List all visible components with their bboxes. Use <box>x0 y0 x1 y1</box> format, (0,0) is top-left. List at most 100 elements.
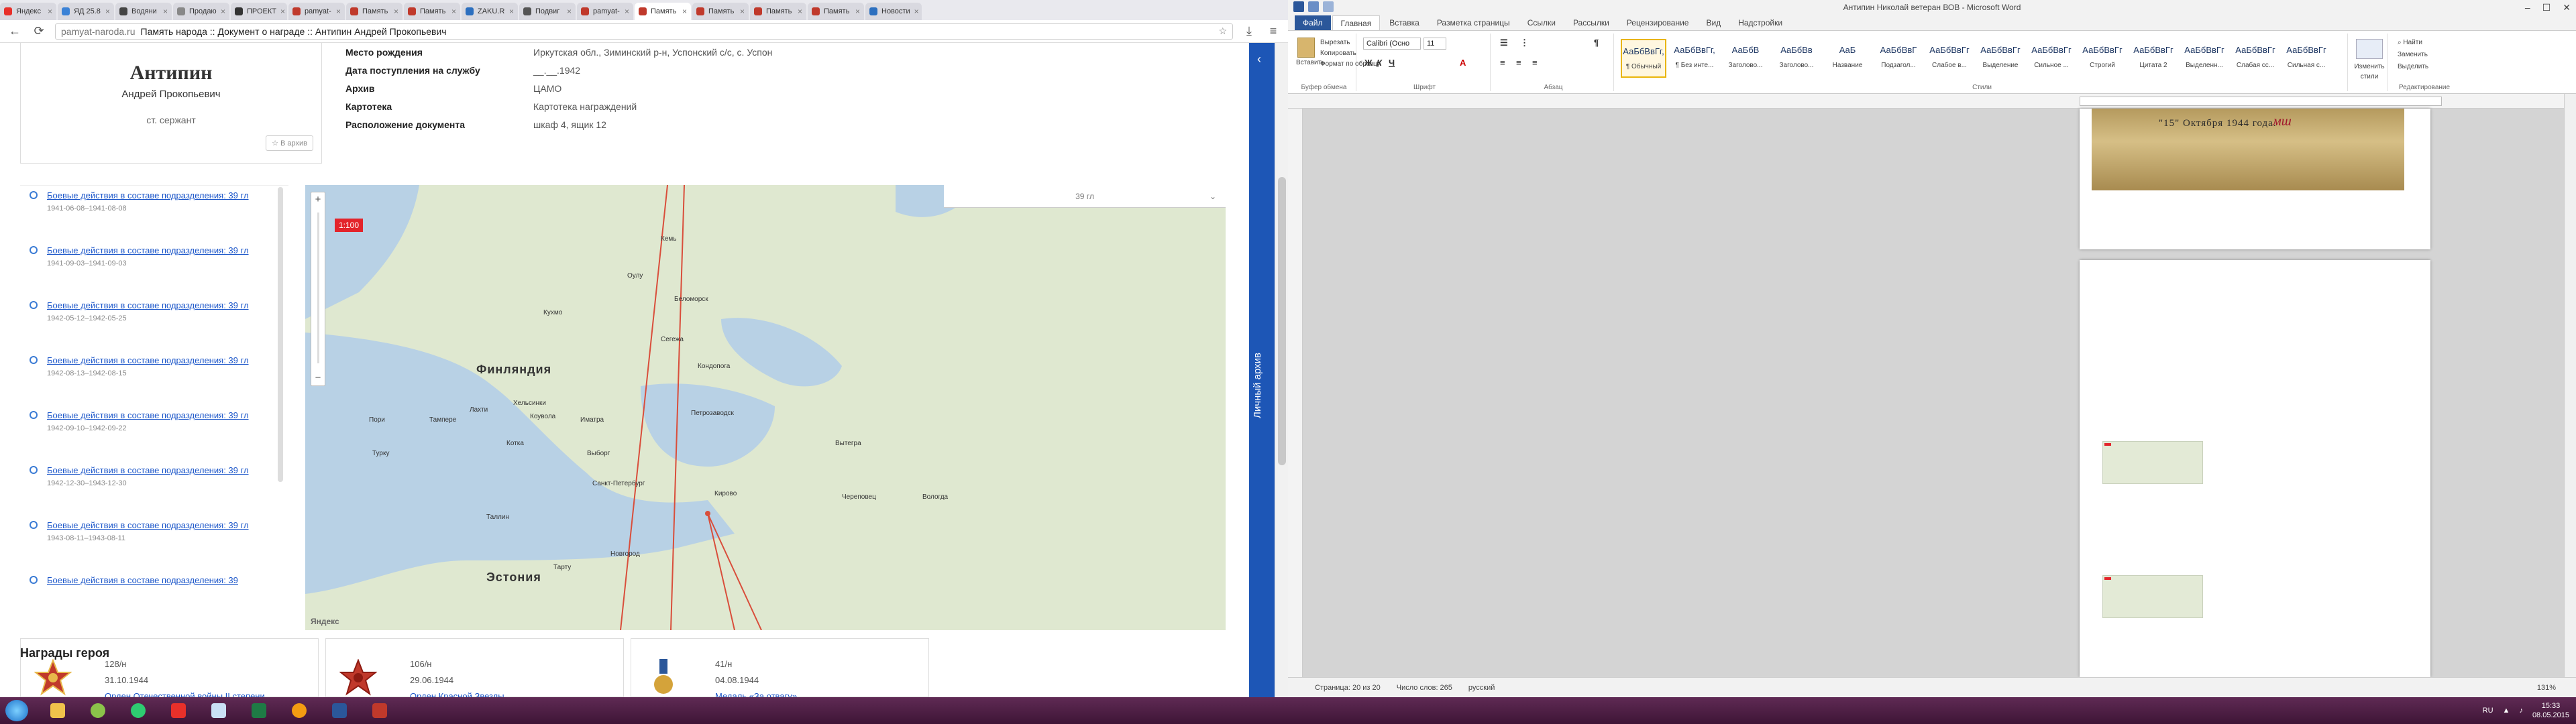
taskbar-app-icon[interactable] <box>282 700 317 721</box>
unit-dropdown[interactable]: 39 гл ⌄ <box>944 185 1226 208</box>
align-left-icon[interactable]: ≡ <box>1500 58 1505 68</box>
taskbar-app-icon[interactable] <box>80 700 115 721</box>
reload-icon[interactable]: ⟳ <box>31 23 47 40</box>
timeline-link[interactable]: Боевые действия в составе подразделения:… <box>47 516 268 531</box>
tab-close-icon[interactable]: × <box>48 7 52 16</box>
scanned-document-photo[interactable]: "15" Октября 1944 года. мш <box>2092 109 2404 190</box>
cut-button[interactable]: Вырезать <box>1320 38 1350 48</box>
personal-archive-tab[interactable]: ‹ Личный архив <box>1249 43 1275 697</box>
network-icon[interactable]: ▲ <box>2503 707 2510 715</box>
timeline-link[interactable]: Боевые действия в составе подразделения:… <box>47 296 268 311</box>
browser-tab[interactable]: Память × <box>808 3 864 20</box>
status-words[interactable]: Число слов: 265 <box>1397 684 1452 692</box>
replace-button[interactable]: Заменить <box>2398 50 2428 60</box>
browser-tab[interactable]: Память × <box>635 3 691 20</box>
taskbar-app-icon[interactable] <box>362 700 397 721</box>
download-icon[interactable]: ⤓ <box>1241 23 1257 40</box>
timeline-link[interactable]: Боевые действия в составе подразделения:… <box>47 241 268 256</box>
taskbar-app-icon[interactable] <box>201 700 236 721</box>
pilcrow-icon[interactable]: ¶ <box>1594 38 1599 48</box>
change-styles-icon[interactable] <box>2356 39 2383 59</box>
minimize-icon[interactable]: – <box>2525 0 2530 15</box>
timeline-link[interactable]: Боевые действия в составе подразделения:… <box>47 406 268 421</box>
style-item[interactable]: АаБбВв Заголово... <box>1774 39 1819 78</box>
tab-close-icon[interactable]: × <box>625 7 629 16</box>
style-item[interactable]: АаБбВвГг Цитата 2 <box>2131 39 2176 78</box>
tab-close-icon[interactable]: × <box>394 7 398 16</box>
style-item[interactable]: АаБбВвГг Сильное ... <box>2029 39 2074 78</box>
tab-close-icon[interactable]: × <box>105 7 110 16</box>
tab-close-icon[interactable]: × <box>740 7 745 16</box>
browser-tab[interactable]: Продаю × <box>173 3 229 20</box>
maximize-icon[interactable]: ☐ <box>2542 0 2551 15</box>
numbering-icon[interactable]: ⋮ <box>1520 38 1529 48</box>
award-link[interactable]: Медаль «За отвагу» <box>715 691 797 697</box>
ribbon-tab[interactable]: Надстройки <box>1730 15 1790 30</box>
clock[interactable]: 15:33 08.05.2015 <box>2532 701 2569 720</box>
bullets-icon[interactable]: ☰ <box>1500 38 1508 48</box>
save-icon[interactable] <box>1308 1 1319 12</box>
align-center-icon[interactable]: ≡ <box>1516 58 1521 68</box>
tab-close-icon[interactable]: × <box>914 7 919 16</box>
start-button[interactable] <box>5 700 28 721</box>
award-link[interactable]: Орден Отечественной войны II степени <box>105 691 265 697</box>
horizontal-ruler[interactable] <box>1288 94 2576 109</box>
font-color-button[interactable]: А <box>1460 58 1466 68</box>
ribbon-tab[interactable]: Вставка <box>1381 15 1428 30</box>
browser-tab[interactable]: ПРОЕКТ × <box>231 3 287 20</box>
font-size-box[interactable]: 11 <box>1424 38 1446 50</box>
browser-tab[interactable]: ЯД 25.8 × <box>58 3 114 20</box>
document-scrollbar[interactable] <box>2564 94 2576 677</box>
taskbar-excel-icon[interactable] <box>241 700 276 721</box>
browser-tab[interactable]: Водяни × <box>115 3 172 20</box>
tab-close-icon[interactable]: × <box>221 7 225 16</box>
align-right-icon[interactable]: ≡ <box>1532 58 1538 68</box>
browser-tab[interactable]: Память × <box>346 3 402 20</box>
style-item[interactable]: АаБ Название <box>1825 39 1870 78</box>
timeline-link[interactable]: Боевые действия в составе подразделения:… <box>47 570 268 586</box>
award-link[interactable]: Орден Красной Звезды <box>410 691 504 697</box>
battle-map[interactable]: + − 1:100 39 гл ⌄ Финляндия Эстония Кемь… <box>305 185 1226 630</box>
tab-close-icon[interactable]: × <box>280 7 285 16</box>
browser-tab[interactable]: Яндекс × <box>0 3 56 20</box>
address-bar[interactable]: pamyat-naroda.ru Память народа :: Докуме… <box>55 23 1233 40</box>
underline-button[interactable]: Ч <box>1389 58 1395 68</box>
taskbar-app-icon[interactable] <box>121 700 156 721</box>
ribbon-tab[interactable]: Файл <box>1295 15 1331 30</box>
close-icon[interactable]: ✕ <box>2563 0 2571 15</box>
browser-tab[interactable]: Подвиг × <box>519 3 576 20</box>
menu-icon[interactable]: ≡ <box>1265 23 1281 40</box>
tab-close-icon[interactable]: × <box>567 7 572 16</box>
tab-close-icon[interactable]: × <box>451 7 456 16</box>
page-scroll-thumb[interactable] <box>1278 177 1286 465</box>
bold-button[interactable]: Ж <box>1364 58 1373 68</box>
style-item[interactable]: АаБбВ Заголово... <box>1723 39 1768 78</box>
italic-button[interactable]: К <box>1377 58 1382 68</box>
timeline-link[interactable]: Боевые действия в составе подразделения:… <box>47 186 268 201</box>
browser-tab[interactable]: ZAKU.R × <box>462 3 518 20</box>
copy-button[interactable]: Копировать <box>1320 48 1356 58</box>
paste-button[interactable]: Вставить <box>1296 38 1324 71</box>
map-screenshot-image[interactable] <box>2102 441 2203 484</box>
style-item[interactable]: АаБбВвГг, ¶ Обычный <box>1621 39 1666 78</box>
archive-button[interactable]: ☆ В архив <box>266 135 313 151</box>
taskbar-folder-icon[interactable] <box>40 700 75 721</box>
tab-close-icon[interactable]: × <box>336 7 341 16</box>
ribbon-tab[interactable]: Рассылки <box>1565 15 1617 30</box>
map-zoom-control[interactable]: + − <box>311 192 325 386</box>
timeline-link[interactable]: Боевые действия в составе подразделения:… <box>47 351 268 366</box>
status-language[interactable]: русский <box>1468 684 1495 692</box>
page-scrollbar[interactable] <box>1275 43 1288 697</box>
language-indicator[interactable]: RU <box>2483 707 2493 715</box>
ribbon-tab[interactable]: Рецензирование <box>1619 15 1697 30</box>
tab-close-icon[interactable]: × <box>509 7 514 16</box>
style-item[interactable]: АаБбВвГг Сильная с... <box>2284 39 2329 78</box>
change-styles-button[interactable]: Изменить стили <box>2352 62 2387 82</box>
ribbon-tab[interactable]: Разметка страницы <box>1429 15 1518 30</box>
zoom-level[interactable]: 131% <box>2537 684 2556 692</box>
ribbon-tab[interactable]: Вид <box>1698 15 1729 30</box>
tab-close-icon[interactable]: × <box>682 7 687 16</box>
status-page[interactable]: Страница: 20 из 20 <box>1315 684 1381 692</box>
font-name-box[interactable]: Calibri (Осно <box>1363 38 1421 50</box>
ribbon-tab[interactable]: Главная <box>1332 15 1381 30</box>
